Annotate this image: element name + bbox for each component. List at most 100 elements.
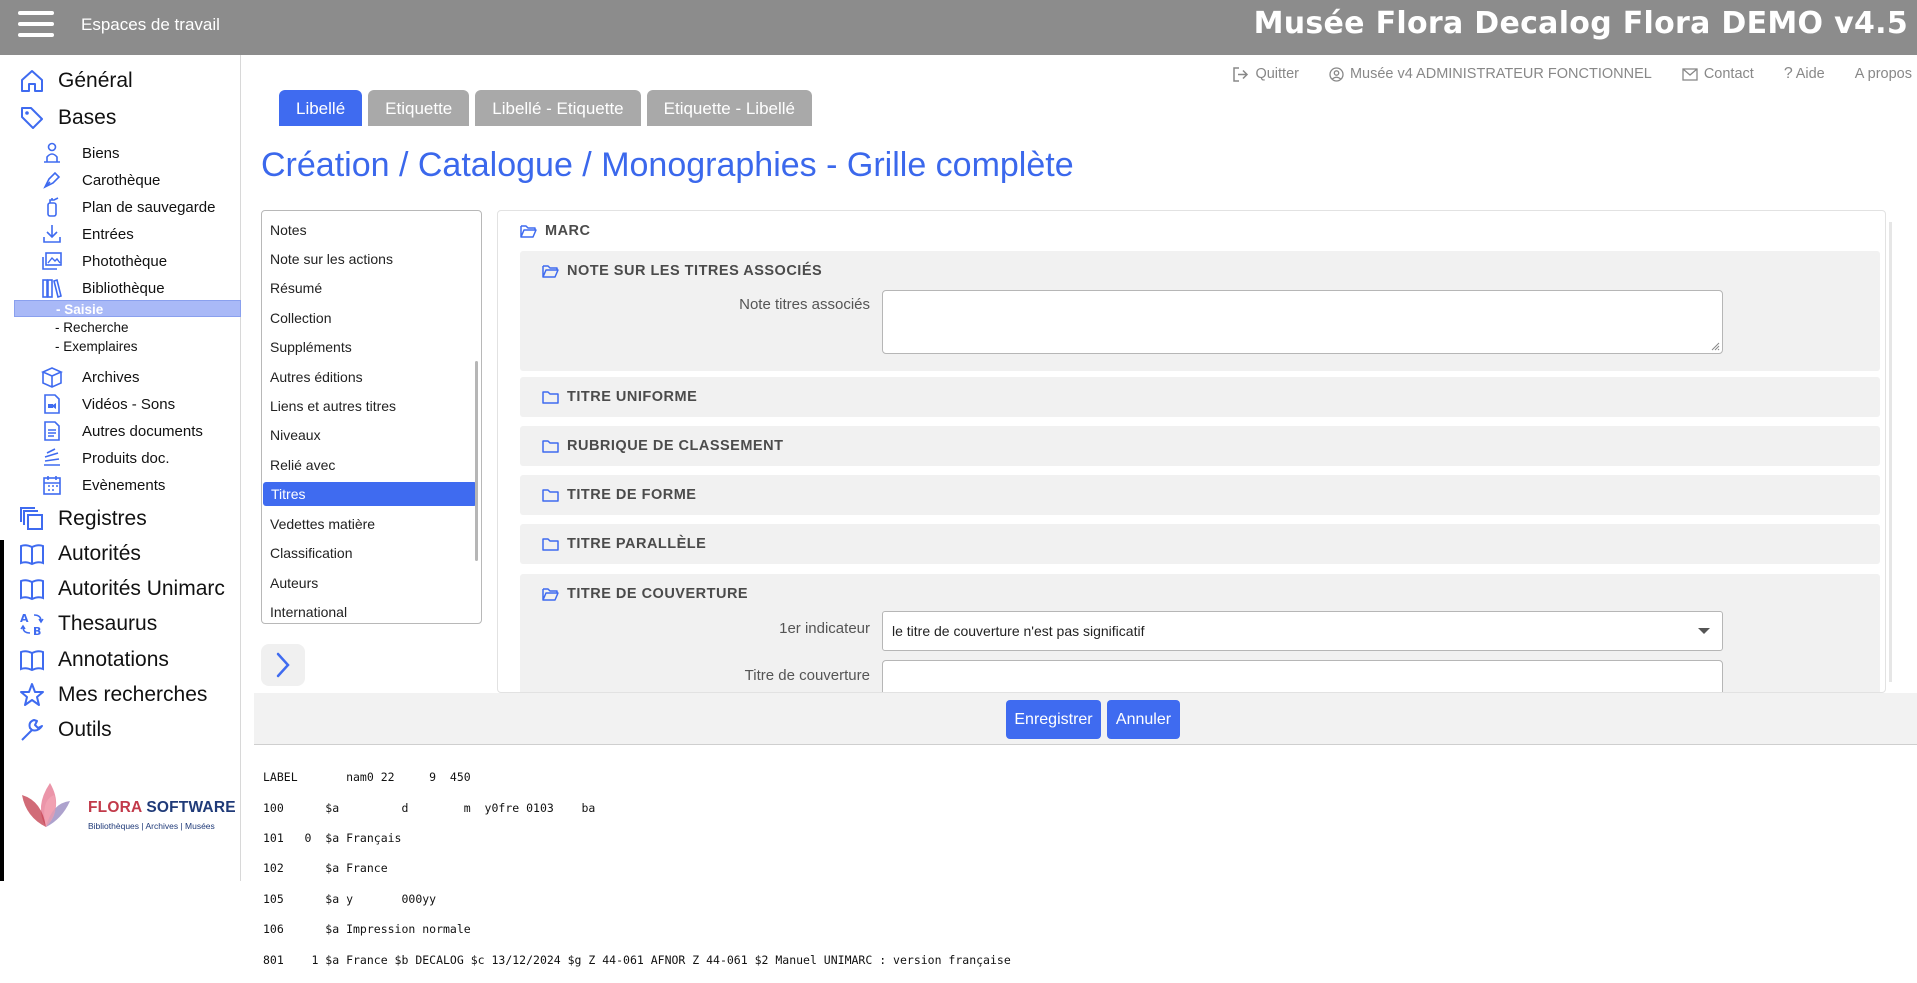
help-link[interactable]: ? Aide xyxy=(1784,65,1825,83)
folder-icon xyxy=(542,391,559,404)
sort-alpha-icon: AB xyxy=(18,610,46,638)
file-video-icon xyxy=(40,392,64,416)
about-link[interactable]: A propos xyxy=(1855,65,1912,83)
form-scrollbar[interactable] xyxy=(1889,222,1892,682)
sidebar-item-evenements[interactable]: Evènements xyxy=(40,473,165,497)
sidebar-item-autorites-unimarc[interactable]: Autorités Unimarc xyxy=(4,573,225,605)
section-note-titres-associes: NOTE SUR LES TITRES ASSOCIÉS Note titres… xyxy=(520,251,1880,371)
list-item[interactable]: Classification xyxy=(270,541,352,565)
tab-etiquette[interactable]: Etiquette xyxy=(368,90,470,126)
list-item[interactable]: Vedettes matière xyxy=(270,512,375,536)
section-header[interactable]: TITRE PARALLÈLE xyxy=(542,536,706,552)
section-header[interactable]: TITRE DE COUVERTURE xyxy=(542,586,748,602)
note-titres-label: Note titres associés xyxy=(739,296,870,313)
section-header[interactable]: RUBRIQUE DE CLASSEMENT xyxy=(542,438,783,454)
sidebar-item-saisie[interactable]: - Saisie xyxy=(14,300,241,317)
sign-out-icon xyxy=(1233,66,1249,82)
top-links: Quitter Musée v4 ADMINISTRATEUR FONCTION… xyxy=(1202,65,1912,83)
cancel-button[interactable]: Annuler xyxy=(1107,700,1180,739)
section-header[interactable]: NOTE SUR LES TITRES ASSOCIÉS xyxy=(542,263,822,279)
sidebar-item-videos-sons[interactable]: Vidéos - Sons xyxy=(40,392,175,416)
marc-line: 102 $a France xyxy=(263,861,388,876)
sidebar-item-recherche[interactable]: - Recherche xyxy=(55,319,129,336)
sidebar-item-phototheque[interactable]: Photothèque xyxy=(40,249,167,273)
images-icon xyxy=(40,249,64,273)
sidebar-item-outils[interactable]: Outils xyxy=(4,714,112,746)
folder-open-icon xyxy=(542,588,559,601)
titre-couverture-input[interactable] xyxy=(882,660,1723,692)
flora-flower-icon xyxy=(22,783,70,827)
copy-icon xyxy=(18,505,46,533)
sidebar-item-label: Autorités xyxy=(58,542,141,565)
next-button[interactable] xyxy=(261,644,305,686)
sidebar-item-label: Evènements xyxy=(82,476,166,494)
section-header[interactable]: TITRE UNIFORME xyxy=(542,389,697,405)
marc-line: 106 $a Impression normale xyxy=(263,922,471,937)
marc-line: 105 $a y 000yy xyxy=(263,891,437,906)
svg-text:A: A xyxy=(20,612,29,625)
section-header[interactable]: TITRE DE FORME xyxy=(542,487,696,503)
list-scrollbar[interactable] xyxy=(475,361,478,561)
hamburger-menu-icon[interactable] xyxy=(18,11,54,41)
section-titre-couverture: TITRE DE COUVERTURE 1er indicateur le ti… xyxy=(520,574,1880,692)
list-item-selected[interactable]: Titres xyxy=(263,482,477,506)
home-icon xyxy=(18,67,46,95)
sidebar-item-bases[interactable]: Bases xyxy=(4,102,116,134)
list-item[interactable]: Collection xyxy=(270,306,331,330)
sidebar-item-archives[interactable]: Archives xyxy=(40,365,140,389)
sidebar-item-registres[interactable]: Registres xyxy=(4,503,147,535)
folder-icon xyxy=(542,538,559,551)
sidebar-item-carotheque[interactable]: Carothèque xyxy=(40,168,160,192)
sidebar-item-produits-doc[interactable]: Produits doc. xyxy=(40,446,170,470)
list-item[interactable]: Autres éditions xyxy=(270,365,363,389)
layers-icon xyxy=(40,446,64,470)
tab-libelle-etiquette[interactable]: Libellé - Etiquette xyxy=(475,90,641,126)
folder-open-icon xyxy=(542,265,559,278)
sidebar-item-entrees[interactable]: Entrées xyxy=(40,222,134,246)
logo-brand: FLORA SOFTWARE xyxy=(88,799,236,816)
contact-link[interactable]: Contact xyxy=(1682,65,1754,83)
sidebar-item-label: Mes recherches xyxy=(58,683,208,706)
indicator-select[interactable]: le titre de couverture n'est pas signifi… xyxy=(882,611,1723,651)
note-titres-textarea[interactable] xyxy=(882,290,1723,354)
calendar-icon xyxy=(40,473,64,497)
list-item[interactable]: Suppléments xyxy=(270,335,352,359)
quit-link[interactable]: Quitter xyxy=(1232,65,1299,83)
section-titre-parallele: TITRE PARALLÈLE xyxy=(520,524,1880,564)
tab-libelle[interactable]: Libellé xyxy=(279,90,363,126)
pen-nib-icon xyxy=(40,168,64,192)
sidebar-item-bibliotheque[interactable]: Bibliothèque xyxy=(40,276,165,300)
sidebar-item-general[interactable]: Général xyxy=(4,65,133,97)
list-item[interactable]: International xyxy=(270,600,347,623)
sidebar-item-mes-recherches[interactable]: Mes recherches xyxy=(4,679,207,711)
sidebar-item-exemplaires[interactable]: - Exemplaires xyxy=(55,338,138,355)
list-item[interactable]: Notes xyxy=(270,218,307,242)
list-item[interactable]: Note sur les actions xyxy=(270,247,393,271)
sidebar-item-label: Photothèque xyxy=(82,252,168,270)
list-item[interactable]: Liens et autres titres xyxy=(270,394,396,418)
tab-etiquette-libelle[interactable]: Etiquette - Libellé xyxy=(646,90,813,126)
list-item[interactable]: Résumé xyxy=(270,276,322,300)
section-marc[interactable]: MARC xyxy=(520,223,591,239)
sidebar-item-autorites[interactable]: Autorités xyxy=(4,538,141,570)
sidebar-item-autres-documents[interactable]: Autres documents xyxy=(40,419,203,443)
sidebar-item-biens[interactable]: Biens xyxy=(40,141,120,165)
list-item[interactable]: Niveaux xyxy=(270,423,321,447)
marc-line: 100 $a d m y0fre 0103 ba xyxy=(263,800,596,815)
workspace-label[interactable]: Espaces de travail xyxy=(81,15,220,35)
list-item[interactable]: Relié avec xyxy=(270,453,335,477)
sidebar-item-label: Thesaurus xyxy=(58,612,158,635)
resize-handle-icon xyxy=(1711,342,1720,351)
caret-down-icon xyxy=(1698,628,1710,634)
page-title: Création / Catalogue / Monographies - Gr… xyxy=(261,146,1074,184)
titre-couverture-label: Titre de couverture xyxy=(744,667,870,684)
user-link[interactable]: Musée v4 ADMINISTRATEUR FONCTIONNEL xyxy=(1329,65,1652,83)
sidebar-item-plan-sauvegarde[interactable]: Plan de sauvegarde xyxy=(40,195,215,219)
sidebar-item-thesaurus[interactable]: AB Thesaurus xyxy=(4,608,157,640)
list-item[interactable]: Auteurs xyxy=(270,571,318,595)
sidebar-item-annotations[interactable]: Annotations xyxy=(4,644,169,676)
sidebar-item-label: Vidéos - Sons xyxy=(82,395,176,413)
save-button[interactable]: Enregistrer xyxy=(1006,700,1101,739)
sidebar-item-label: Archives xyxy=(82,368,140,386)
open-book-icon xyxy=(18,575,46,603)
